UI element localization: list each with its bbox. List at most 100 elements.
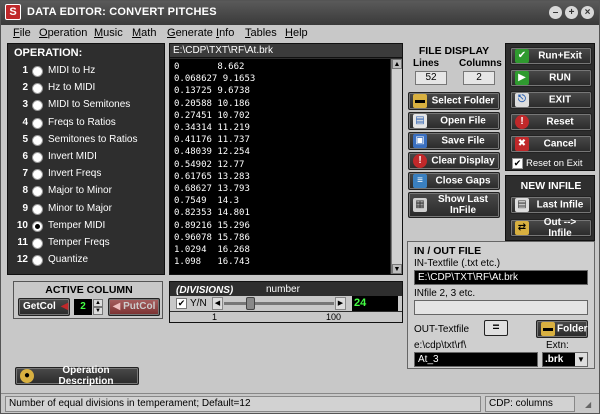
slider-right-icon[interactable]: ▶ [335,297,346,310]
play-icon: ▶ [515,71,529,85]
title-bar[interactable]: S DATA EDITOR: CONVERT PITCHES – + × [1,1,599,25]
file-line: 0.82353 14.801 [174,208,250,219]
putcol-button[interactable]: ◀ PutCol [108,298,160,316]
operation-item[interactable]: 12 Quantize [14,253,162,268]
menu-file[interactable]: File [13,27,31,39]
run-button[interactable]: ▶ RUN [510,69,592,87]
operation-radio[interactable] [32,238,43,249]
scroll-up-icon[interactable]: ▲ [392,59,402,69]
operation-number: 11 [17,237,28,248]
close-button[interactable]: × [581,6,594,19]
operation-label: Hz to MIDI [48,82,96,94]
active-column-title: ACTIVE COLUMN [45,284,133,296]
operation-radio[interactable] [32,169,43,181]
operation-title: OPERATION: [14,47,83,59]
menu-tables[interactable]: Tables [245,27,277,39]
run-exit-button[interactable]: ✔ Run+Exit [510,47,592,65]
chevron-down-icon[interactable]: ▼ [575,353,587,366]
divisions-value[interactable]: 24 [352,296,398,311]
out-folder-button[interactable]: ▬ Folder [536,320,588,338]
operation-radio[interactable] [32,117,43,129]
select-folder-button[interactable]: ▬ Select Folder [408,92,500,110]
close-gaps-icon: ≡ [413,174,427,188]
out-to-infile-button[interactable]: ⇄ Out --> Infile [510,217,592,239]
stepper-down-icon[interactable]: ▼ [93,307,103,315]
operation-label: Quantize [48,254,89,266]
status-bar: Number of equal divisions in temperament… [1,393,599,413]
show-last-infile-button[interactable]: ▦ Show Last InFile [408,192,500,218]
operation-item[interactable]: 6 Invert MIDI [14,150,162,165]
reset-on-exit-label: Reset on Exit [526,158,583,169]
operation-radio[interactable] [32,100,43,112]
operation-item[interactable]: 9 Minor to Major [14,202,162,217]
menu-math[interactable]: Math [132,27,156,39]
scroll-down-icon[interactable]: ▼ [392,264,402,274]
operation-radio[interactable] [32,255,43,267]
stop-icon: ! [413,154,427,168]
exit-button[interactable]: ⎋ EXIT [510,91,592,109]
reset-on-exit-checkbox[interactable]: ✔ [512,158,523,169]
file-line: 0.68627 13.793 [174,184,250,195]
menu-info[interactable]: Info [216,27,234,39]
resize-grip-icon[interactable]: ◢ [585,400,595,410]
operation-item[interactable]: 11 Temper Freqs [14,236,162,251]
folder-icon: ▬ [413,94,427,108]
file-icon: ▤ [515,198,529,212]
infile23-label: INfile 2, 3 etc. [414,288,476,299]
operation-radio[interactable] [32,134,43,146]
operation-item[interactable]: 7 Invert Freqs [14,167,162,182]
out-name-field[interactable]: At_3 [414,352,538,367]
save-file-button[interactable]: ▣ Save File [408,132,500,150]
slider-thumb[interactable] [246,297,256,310]
getcol-button[interactable]: GetCol ◀ [18,298,70,316]
in-out-file-panel: IN / OUT FILE IN-Textfile (.txt etc.) E:… [407,241,595,369]
file-line: 0.34314 11.219 [174,123,250,134]
infile23-field[interactable] [414,300,588,315]
file-content[interactable]: 0 8.662 0.068627 9.1653 0.13725 9.6738 0.20… [170,59,390,274]
operation-item[interactable]: 4 Freqs to Ratios [14,116,162,131]
operation-radio[interactable] [32,186,43,198]
divisions-checkbox[interactable]: ✔ [176,298,187,309]
open-file-button[interactable]: ▤ Open File [408,112,500,130]
divisions-slider[interactable]: ◀ ▶ [212,297,346,310]
operation-radio[interactable] [32,152,43,163]
columns-label: Columns [459,58,502,69]
minimize-button[interactable]: – [549,6,562,19]
reset-button[interactable]: ! Reset [510,113,592,131]
operation-item[interactable]: 1 MIDI to Hz [14,64,162,79]
document-icon: ▦ [413,198,427,212]
operation-radio[interactable] [32,83,43,95]
operation-item[interactable]: 10 Temper MIDI [14,219,162,234]
menu-generate[interactable]: Generate [167,27,213,39]
slider-track [224,302,334,305]
close-gaps-button[interactable]: ≡ Close Gaps [408,172,500,190]
maximize-button[interactable]: + [565,6,578,19]
file-path: E:\CDP\TXT\RF\At.brk [170,44,402,58]
operation-item[interactable]: 5 Semitones to Ratios [14,133,162,148]
clear-display-button[interactable]: ! Clear Display [408,152,500,170]
operation-item[interactable]: 3 MIDI to Semitones [14,98,162,113]
extension-select[interactable]: .brk ▼ [542,352,588,367]
file-line: 0.54902 12.77 [174,159,245,170]
operation-label: Freqs to Ratios [48,116,116,128]
cancel-button[interactable]: ✖ Cancel [510,135,592,153]
slider-left-icon[interactable]: ◀ [212,297,223,310]
menu-help[interactable]: Help [285,27,308,39]
file-line: 0.48039 12.254 [174,147,250,158]
last-infile-button[interactable]: ▤ Last Infile [510,196,592,214]
file-scrollbar[interactable]: ▲ ▼ [391,59,402,274]
stepper-up-icon[interactable]: ▲ [93,299,103,307]
operation-radio[interactable] [32,203,43,215]
info-icon: ● [20,369,34,383]
active-column-value[interactable]: 2 [74,299,92,315]
operation-item[interactable]: 2 Hz to MIDI [14,81,162,96]
menu-music[interactable]: Music [94,27,123,39]
operation-description-button[interactable]: ● Operation Description [15,365,139,387]
operation-radio[interactable] [32,66,43,77]
operation-item[interactable]: 8 Major to Minor [14,184,162,199]
operation-radio[interactable] [32,220,43,232]
in-textfile-field[interactable]: E:\CDP\TXT\RF\At.brk [414,270,588,285]
equals-button[interactable]: = [484,320,508,336]
menu-operation[interactable]: Operation [39,27,87,39]
operation-number: 2 [22,82,28,94]
